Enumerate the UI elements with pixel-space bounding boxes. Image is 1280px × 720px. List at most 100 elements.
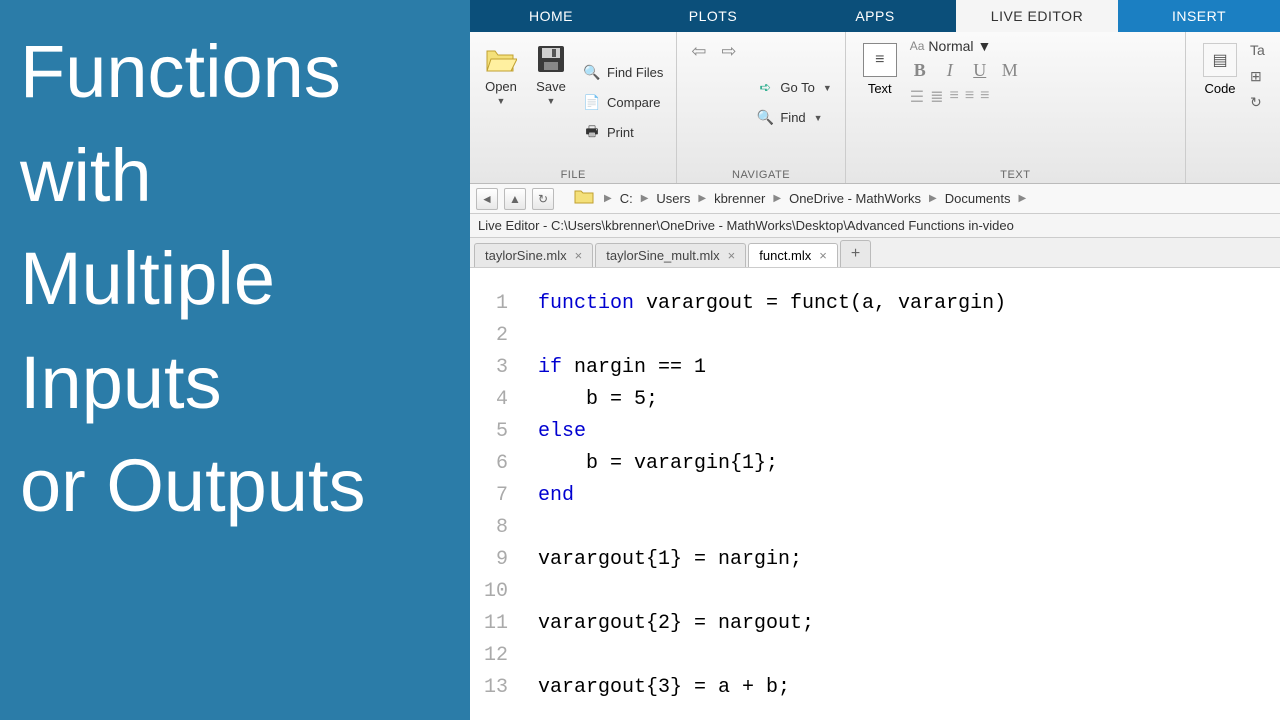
italic-button[interactable]: I [940, 60, 960, 81]
code-line[interactable]: varargout{3} = a + b; [538, 672, 1280, 704]
tab-home[interactable]: HOME [470, 0, 632, 32]
text-style-indicator-icon: Aa [910, 39, 925, 53]
nav-back-icon[interactable]: ⇦ [691, 42, 711, 62]
monospace-button[interactable]: M [1000, 60, 1020, 81]
breadcrumb-seg[interactable]: Users [654, 189, 692, 208]
code-line[interactable]: varargout{2} = nargout; [538, 608, 1280, 640]
address-bar: ◄ ▲ ↻ ▶ C: ▶ Users ▶ kbrenner ▶ OneDrive… [470, 184, 1280, 214]
breadcrumb-sep-icon: ▶ [925, 193, 941, 204]
nav-back-button[interactable]: ◄ [476, 188, 498, 210]
editor-title: Live Editor - C:\Users\kbrenner\OneDrive… [470, 214, 1280, 238]
new-tab-button[interactable]: + [840, 240, 871, 267]
bullet-list-button[interactable]: ☰ [910, 87, 924, 107]
code-line[interactable]: else [538, 416, 1280, 448]
line-number: 3 [470, 352, 508, 384]
code-editor[interactable]: 12345678910111213 function varargout = f… [470, 268, 1280, 720]
align-center-button[interactable]: ≡ [965, 87, 974, 107]
title-line-3: Multiple [20, 227, 450, 331]
code-line[interactable]: function varargout = funct(a, varargin) [538, 288, 1280, 320]
breadcrumb-seg[interactable]: kbrenner [712, 189, 767, 208]
text-icon: ≡ [863, 43, 897, 77]
line-number: 11 [470, 608, 508, 640]
section-break-button[interactable]: Ta [1250, 42, 1272, 62]
file-tab[interactable]: taylorSine_mult.mlx × [595, 243, 746, 267]
folder-icon [574, 188, 594, 209]
nav-history: ⇦ ⇨ [685, 38, 747, 167]
code-line[interactable]: if nargin == 1 [538, 352, 1280, 384]
tab-apps[interactable]: APPS [794, 0, 956, 32]
print-button[interactable]: 🖶 Print [578, 121, 668, 145]
tab-insert[interactable]: INSERT [1118, 0, 1280, 32]
open-button[interactable]: Open ▼ [478, 38, 524, 167]
numbered-list-button[interactable]: ≣ [930, 87, 943, 107]
line-number: 4 [470, 384, 508, 416]
ribbon-group-text: ≡ Text Aa Normal ▼ B I U M [846, 32, 1186, 183]
ribbon-group-file: Open ▼ Save ▼ 🔍 Find Files 📄 [470, 32, 677, 183]
ribbon-group-code-label [1194, 179, 1272, 181]
breadcrumb-seg[interactable]: Documents [943, 189, 1013, 208]
breadcrumb-sep-icon: ▶ [600, 193, 616, 204]
code-line[interactable] [538, 576, 1280, 608]
nav-forward-icon[interactable]: ⇨ [721, 42, 741, 62]
magnifier-icon: 🔍 [756, 109, 774, 127]
save-button[interactable]: Save ▼ [528, 38, 574, 167]
close-icon[interactable]: × [575, 248, 583, 263]
align-left-button[interactable]: ≡ [949, 87, 958, 107]
nav-refresh-button[interactable]: ↻ [532, 188, 554, 210]
title-line-5: or Outputs [20, 434, 450, 538]
code-area[interactable]: function varargout = funct(a, varargin) i… [518, 288, 1280, 720]
find-files-icon: 🔍 [583, 64, 601, 82]
line-number: 13 [470, 672, 508, 704]
breadcrumb-sep-icon: ▶ [769, 193, 785, 204]
close-icon[interactable]: × [819, 248, 827, 263]
run-section-button[interactable]: ⊞ [1250, 68, 1272, 88]
file-tab-bar: taylorSine.mlx × taylorSine_mult.mlx × f… [470, 238, 1280, 268]
breadcrumb-seg[interactable]: OneDrive - MathWorks [787, 189, 923, 208]
line-number: 10 [470, 576, 508, 608]
nav-up-button[interactable]: ▲ [504, 188, 526, 210]
ribbon-group-navigate: ⇦ ⇨ ➪ Go To ▼ 🔍 Find ▼ [677, 32, 845, 183]
line-number: 1 [470, 288, 508, 320]
line-number: 5 [470, 416, 508, 448]
find-files-button[interactable]: 🔍 Find Files [578, 61, 668, 85]
find-button[interactable]: 🔍 Find ▼ [751, 106, 836, 130]
code-line[interactable] [538, 512, 1280, 544]
text-mode-button[interactable]: ≡ Text [854, 38, 906, 167]
folder-open-icon [485, 43, 517, 75]
goto-button[interactable]: ➪ Go To ▼ [751, 76, 836, 100]
tab-live-editor[interactable]: LIVE EDITOR [956, 0, 1118, 32]
line-number: 12 [470, 640, 508, 672]
code-line[interactable] [538, 640, 1280, 672]
bold-button[interactable]: B [910, 60, 930, 81]
breadcrumb-sep-icon: ▶ [1015, 193, 1031, 204]
code-line[interactable]: b = varargin{1}; [538, 448, 1280, 480]
line-number: 6 [470, 448, 508, 480]
code-line[interactable] [538, 320, 1280, 352]
breadcrumb-seg[interactable]: C: [618, 189, 635, 208]
compare-button[interactable]: 📄 Compare [578, 91, 668, 115]
code-line[interactable]: varargout{1} = nargin; [538, 544, 1280, 576]
dropdown-arrow-icon: ▼ [823, 83, 832, 93]
close-icon[interactable]: × [728, 248, 736, 263]
breadcrumb-sep-icon: ▶ [694, 193, 710, 204]
line-number: 8 [470, 512, 508, 544]
refactor-button[interactable]: ↻ [1250, 94, 1272, 114]
goto-icon: ➪ [756, 79, 774, 97]
breadcrumb-sep-icon: ▶ [637, 193, 653, 204]
code-mode-button[interactable]: ▤ Code [1194, 38, 1246, 179]
line-gutter: 12345678910111213 [470, 288, 518, 720]
file-tab[interactable]: funct.mlx × [748, 243, 838, 267]
ribbon-group-text-label: TEXT [854, 167, 1177, 181]
code-line[interactable]: b = 5; [538, 384, 1280, 416]
line-number: 7 [470, 480, 508, 512]
code-line[interactable]: end [538, 480, 1280, 512]
code-icon: ▤ [1203, 43, 1237, 77]
underline-button[interactable]: U [970, 60, 990, 81]
tab-plots[interactable]: PLOTS [632, 0, 794, 32]
breadcrumb: ▶ C: ▶ Users ▶ kbrenner ▶ OneDrive - Mat… [600, 189, 1030, 208]
floppy-disk-icon [535, 43, 567, 75]
title-line-1: Functions [20, 20, 450, 124]
text-style-dropdown[interactable]: Aa Normal ▼ [910, 38, 1020, 54]
file-tab[interactable]: taylorSine.mlx × [474, 243, 593, 267]
align-right-button[interactable]: ≡ [980, 87, 989, 107]
